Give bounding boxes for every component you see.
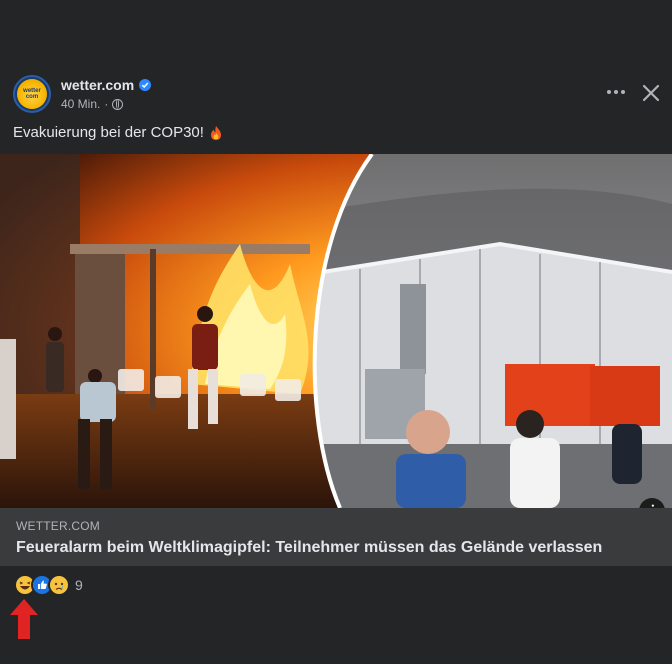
more-options-icon xyxy=(607,90,611,94)
post-caption: Evakuierung bei der COP30! xyxy=(13,124,223,141)
more-options-button[interactable] xyxy=(603,82,629,102)
more-dot xyxy=(614,90,618,94)
meta-separator: · xyxy=(104,97,109,111)
reaction-summary[interactable]: 9 xyxy=(14,574,83,596)
red-arrow-annotation xyxy=(10,599,38,644)
link-domain: WETTER.COM xyxy=(16,519,100,533)
author-row: wetter.com xyxy=(61,77,152,93)
link-preview[interactable]: WETTER.COM Feueralarm beim Weltklimagipf… xyxy=(0,508,672,566)
caption-text: Evakuierung bei der COP30! xyxy=(13,124,204,141)
top-blank-area xyxy=(0,0,672,68)
wetter-logo: wetter com xyxy=(17,79,47,109)
author-name[interactable]: wetter.com xyxy=(61,77,134,93)
more-dot xyxy=(621,90,625,94)
reaction-count[interactable]: 9 xyxy=(75,577,83,593)
sad-reaction-icon xyxy=(48,574,70,596)
verified-badge-icon xyxy=(139,79,152,91)
post-meta: 40 Min. · xyxy=(61,97,124,111)
feed-post: wetter com wetter.com 40 Min. · Evakuier… xyxy=(0,68,672,664)
fire-emoji-icon xyxy=(210,125,221,140)
fire-evacuation-image xyxy=(0,154,672,508)
link-title[interactable]: Feueralarm beim Weltklimagipfel: Teilneh… xyxy=(16,539,602,557)
post-timestamp[interactable]: 40 Min. xyxy=(61,97,100,111)
globe-icon xyxy=(112,98,124,110)
close-icon xyxy=(642,84,660,102)
post-image[interactable] xyxy=(0,154,672,508)
close-button[interactable] xyxy=(640,82,662,104)
page-avatar[interactable]: wetter com xyxy=(13,75,51,113)
